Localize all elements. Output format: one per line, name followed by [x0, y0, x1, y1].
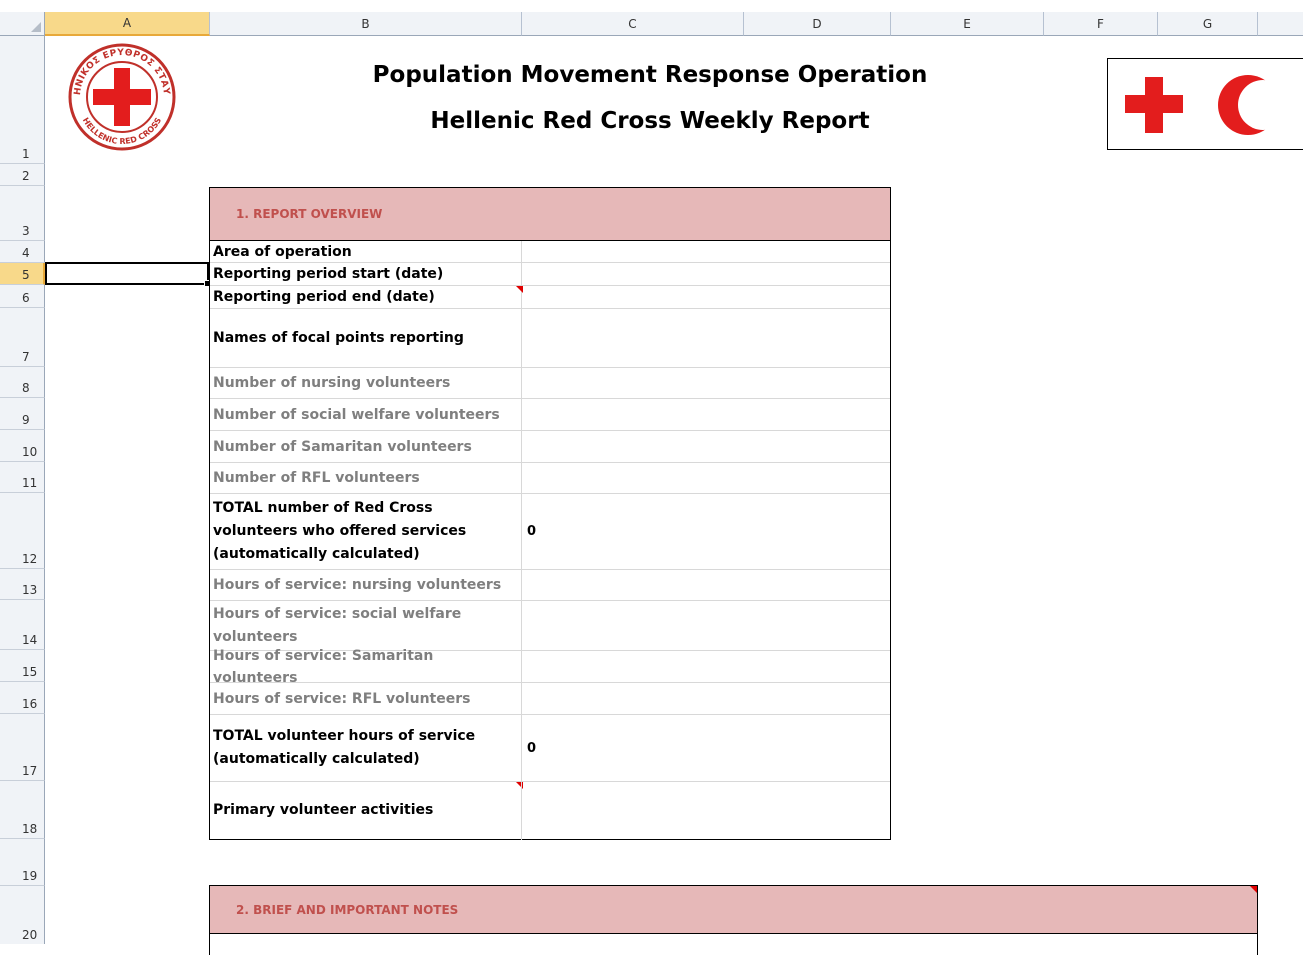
section-2-header: 2. BRIEF AND IMPORTANT NOTES [210, 886, 1257, 934]
table-row: Hours of service: social welfare volunte… [210, 601, 890, 651]
column-header-e[interactable]: E [891, 12, 1044, 36]
table-row: Area of operation [210, 241, 890, 263]
table-row: Hours of service: nursing volunteers [210, 570, 890, 601]
row-label-hours-rfl: Hours of service: RFL volunteers [210, 683, 522, 714]
hellenic-red-cross-logo: ΕΛΛΗΝΙΚΟΣ ΕΡΥΘΡΟΣ ΣΤΑΥΡΟΣ HELLENIC RED C… [54, 35, 186, 152]
row-label-primary-activities: Primary volunteer activities [210, 782, 522, 840]
active-cell-a5[interactable] [45, 262, 211, 287]
column-header-c[interactable]: C [522, 12, 744, 36]
brief-notes-table: 2. BRIEF AND IMPORTANT NOTES [209, 885, 1258, 955]
row-header-1[interactable]: 1 [0, 36, 45, 164]
row-header-11[interactable]: 11 [0, 462, 45, 493]
focal-points-input[interactable] [522, 309, 890, 367]
section-1-header: 1. REPORT OVERVIEW [210, 188, 890, 241]
row-header-9[interactable]: 9 [0, 398, 45, 430]
row-header-13[interactable]: 13 [0, 569, 45, 600]
row-header-15[interactable]: 15 [0, 650, 45, 682]
table-row: TOTAL volunteer hours of service (automa… [210, 715, 890, 789]
row-header-16[interactable]: 16 [0, 682, 45, 714]
period-start-input[interactable] [522, 263, 890, 285]
row-header-14[interactable]: 14 [0, 600, 45, 650]
row-header-2[interactable]: 2 [0, 164, 45, 186]
red-cross-red-crescent-emblem [1107, 58, 1303, 150]
hours-social-welfare-input[interactable] [522, 601, 890, 650]
table-row: Number of RFL volunteers [210, 463, 890, 494]
nursing-volunteers-input[interactable] [522, 368, 890, 398]
table-row: Number of Samaritan volunteers [210, 431, 890, 463]
row-label-hours-nursing: Hours of service: nursing volunteers [210, 570, 522, 600]
table-row: Hours of service: RFL volunteers [210, 683, 890, 715]
table-row: Number of nursing volunteers [210, 368, 890, 399]
column-header-h[interactable] [1258, 12, 1303, 36]
row-label-nursing-volunteers: Number of nursing volunteers [210, 368, 522, 398]
social-welfare-volunteers-input[interactable] [522, 399, 890, 430]
row-label-hours-social-welfare: Hours of service: social welfare volunte… [210, 601, 522, 650]
row-header-3[interactable]: 3 [0, 186, 45, 241]
row-label-period-end: Reporting period end (date) [210, 286, 522, 308]
row-header-5[interactable]: 5 [0, 263, 45, 285]
row-header-17[interactable]: 17 [0, 714, 45, 781]
column-header-f[interactable]: F [1044, 12, 1158, 36]
hours-rfl-input[interactable] [522, 683, 890, 714]
table-row: Names of focal points reporting [210, 309, 890, 368]
row-label-rfl-volunteers: Number of RFL volunteers [210, 463, 522, 493]
period-end-input[interactable] [522, 286, 890, 308]
rfl-volunteers-input[interactable] [522, 463, 890, 493]
comment-indicator-icon[interactable] [1250, 886, 1257, 893]
column-header-a[interactable]: A [45, 12, 210, 36]
row-header-10[interactable]: 10 [0, 430, 45, 462]
total-volunteers-value: 0 [527, 524, 537, 539]
table-row: Hours of service: Samaritan volunteers [210, 648, 890, 686]
report-overview-table: 1. REPORT OVERVIEW Area of operation Rep… [209, 187, 891, 840]
row-label-hours-samaritan: Hours of service: Samaritan volunteers [210, 648, 522, 686]
column-header-b[interactable]: B [210, 12, 522, 36]
table-row: Primary volunteer activities [210, 782, 890, 840]
row-label-total-hours: TOTAL volunteer hours of service (automa… [210, 715, 522, 781]
table-row: TOTAL number of Red Cross volunteers who… [210, 494, 890, 570]
row-header-7[interactable]: 7 [0, 308, 45, 367]
table-row: Reporting period start (date) [210, 263, 890, 286]
row-label-total-volunteers: TOTAL number of Red Cross volunteers who… [210, 494, 522, 569]
row-header-4[interactable]: 4 [0, 241, 45, 263]
hours-nursing-input[interactable] [522, 570, 890, 600]
row-label-focal-points: Names of focal points reporting [210, 309, 522, 367]
row-label-social-welfare-volunteers: Number of social welfare volunteers [210, 399, 522, 430]
row-header-8[interactable]: 8 [0, 367, 45, 398]
select-all-corner[interactable] [0, 12, 45, 36]
column-header-g[interactable]: G [1158, 12, 1258, 36]
row-label-area-of-operation: Area of operation [210, 241, 522, 262]
row-header-19[interactable]: 19 [0, 839, 45, 886]
table-row: Number of social welfare volunteers [210, 399, 890, 431]
table-row: Reporting period end (date) [210, 286, 890, 309]
primary-activities-input[interactable] [522, 782, 890, 840]
row-header-12[interactable]: 12 [0, 493, 45, 569]
row-header-18[interactable]: 18 [0, 781, 45, 839]
red-cross-icon [1125, 77, 1183, 133]
report-title-line2: Hellenic Red Cross Weekly Report [430, 108, 870, 134]
red-crescent-icon [1218, 75, 1288, 135]
row-label-period-start: Reporting period start (date) [210, 263, 522, 285]
report-title-line1: Population Movement Response Operation [372, 62, 928, 88]
samaritan-volunteers-input[interactable] [522, 431, 890, 462]
column-header-d[interactable]: D [744, 12, 891, 36]
row-header-20[interactable]: 20 [0, 886, 45, 944]
total-hours-value: 0 [527, 740, 537, 756]
row-label-samaritan-volunteers: Number of Samaritan volunteers [210, 431, 522, 462]
row-header-6[interactable]: 6 [0, 285, 45, 308]
area-of-operation-input[interactable] [522, 241, 890, 262]
hours-samaritan-input[interactable] [522, 651, 890, 682]
comment-indicator-icon[interactable] [516, 286, 523, 293]
